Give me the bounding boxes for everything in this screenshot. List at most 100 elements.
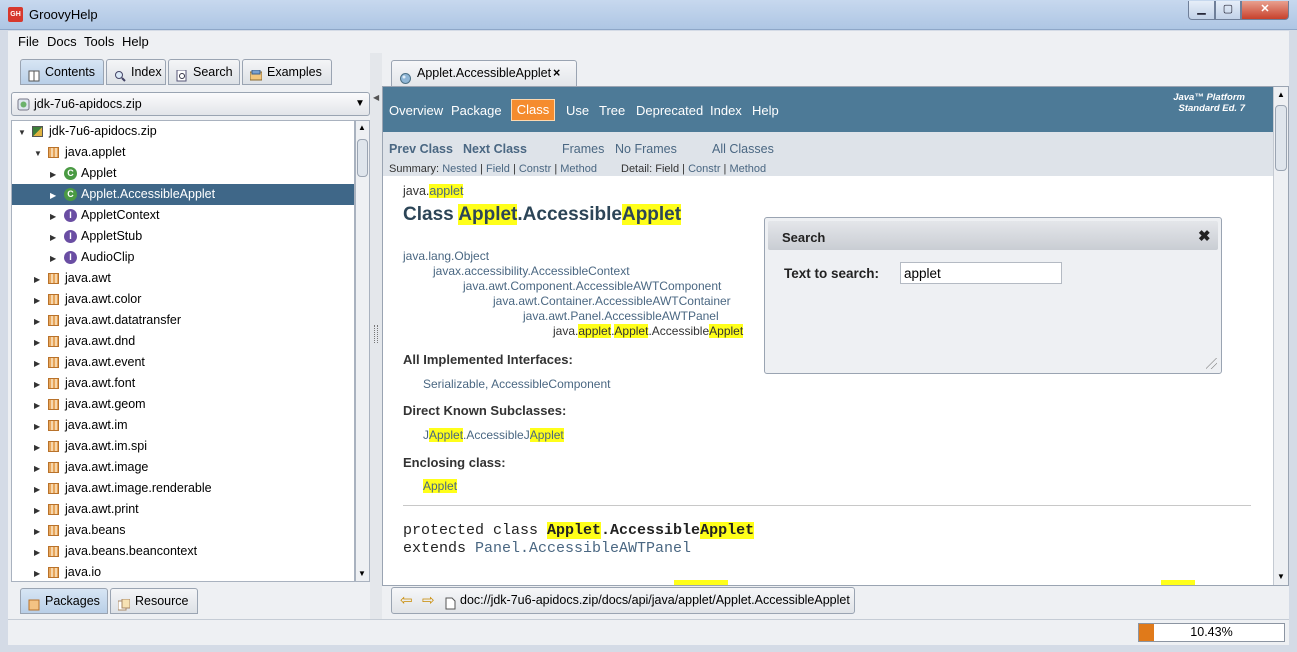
- expand-icon[interactable]: ▶: [34, 311, 40, 332]
- expand-icon[interactable]: ▶: [34, 353, 40, 374]
- nav-overview[interactable]: Overview: [389, 103, 443, 118]
- expand-icon[interactable]: ▶: [34, 290, 40, 311]
- tree-row[interactable]: ▶ java.io: [12, 562, 354, 581]
- tree-row[interactable]: ▶ java.awt.color: [12, 289, 354, 310]
- tree-row[interactable]: ▶ java.awt.dnd: [12, 331, 354, 352]
- tab-examples[interactable]: Examples: [242, 59, 332, 85]
- tree-row[interactable]: ▶ java.awt.datatransfer: [12, 310, 354, 331]
- expand-icon[interactable]: ▶: [34, 458, 40, 479]
- nav-package[interactable]: Package: [451, 103, 502, 118]
- collapse-icon[interactable]: ▼: [34, 143, 42, 164]
- frames-link[interactable]: Frames: [562, 142, 604, 156]
- hierarchy-awt-panel[interactable]: java.awt.Panel.AccessibleAWTPanel: [523, 309, 719, 323]
- tree-row[interactable]: ▼ jdk-7u6-apidocs.zip: [12, 121, 354, 142]
- summary-nested-link[interactable]: Nested: [442, 163, 477, 175]
- tree-row[interactable]: ▶ java.awt.geom: [12, 394, 354, 415]
- detail-method-link[interactable]: Method: [729, 163, 766, 175]
- tree-row[interactable]: ▼ java.applet: [12, 142, 354, 163]
- close-window-button[interactable]: ✕: [1241, 1, 1289, 20]
- expand-icon[interactable]: ▶: [34, 521, 40, 542]
- tab-search[interactable]: Search: [168, 59, 240, 85]
- scroll-up-icon[interactable]: ▲: [1277, 90, 1285, 99]
- scroll-down-icon[interactable]: ▼: [1277, 572, 1285, 581]
- expand-icon[interactable]: ▶: [34, 563, 40, 581]
- maximize-button[interactable]: ▢: [1215, 1, 1241, 20]
- tree-row[interactable]: ▶ java.awt.print: [12, 499, 354, 520]
- menu-tools[interactable]: Tools: [84, 34, 114, 49]
- hierarchy-awt-component[interactable]: java.awt.Component.AccessibleAWTComponen…: [463, 279, 721, 293]
- doc-set-combobox[interactable]: jdk-7u6-apidocs.zip ▼: [11, 92, 370, 116]
- tree-row[interactable]: ▶ java.awt: [12, 268, 354, 289]
- forward-arrow-icon[interactable]: ⇨: [422, 588, 435, 613]
- pkg-highlight[interactable]: applet: [429, 184, 464, 198]
- tab-resource[interactable]: Resource: [110, 588, 198, 614]
- summary-field-link[interactable]: Field: [486, 163, 510, 175]
- scrollbar-thumb[interactable]: [1275, 105, 1287, 171]
- summary-method-link[interactable]: Method: [560, 163, 597, 175]
- collapse-left-icon[interactable]: ◀: [373, 93, 379, 102]
- hierarchy-awt-container[interactable]: java.awt.Container.AccessibleAWTContaine…: [493, 294, 731, 308]
- scrollbar-thumb[interactable]: [357, 139, 368, 177]
- expand-icon[interactable]: ▶: [34, 332, 40, 353]
- tree-row[interactable]: ▶ java.awt.im.spi: [12, 436, 354, 457]
- nav-deprecated[interactable]: Deprecated: [636, 103, 703, 118]
- scroll-down-icon[interactable]: ▼: [358, 569, 366, 578]
- next-class-link[interactable]: Next Class: [463, 142, 527, 156]
- close-icon[interactable]: ✖: [1198, 227, 1211, 245]
- nav-index[interactable]: Index: [710, 103, 742, 118]
- expand-icon[interactable]: ▶: [34, 269, 40, 290]
- tab-contents[interactable]: Contents: [20, 59, 104, 85]
- expand-icon[interactable]: ▶: [50, 185, 56, 206]
- tree-row[interactable]: ▶ I AppletStub: [12, 226, 354, 247]
- tree-row[interactable]: ▶ I AudioClip: [12, 247, 354, 268]
- expand-icon[interactable]: ▶: [50, 164, 56, 185]
- document-scrollbar[interactable]: ▲ ▼: [1273, 87, 1288, 585]
- minimize-button[interactable]: ▁: [1188, 1, 1215, 20]
- address-url[interactable]: doc://jdk-7u6-apidocs.zip/docs/api/java/…: [460, 588, 850, 613]
- chevron-down-icon[interactable]: ▼: [355, 98, 365, 109]
- menu-docs[interactable]: Docs: [47, 34, 77, 49]
- serializable-link[interactable]: Serializable: [423, 377, 485, 391]
- expand-icon[interactable]: ▶: [34, 542, 40, 563]
- hierarchy-accessible-context[interactable]: javax.accessibility.AccessibleContext: [433, 264, 630, 278]
- nav-tree[interactable]: Tree: [599, 103, 625, 118]
- no-frames-link[interactable]: No Frames: [615, 142, 677, 156]
- extends-link[interactable]: Panel.AccessibleAWTPanel: [475, 540, 691, 557]
- close-tab-icon[interactable]: ×: [553, 61, 560, 86]
- expand-icon[interactable]: ▶: [34, 437, 40, 458]
- tab-document[interactable]: Applet.AccessibleApplet ×: [391, 60, 577, 87]
- expand-icon[interactable]: ▶: [50, 227, 56, 248]
- menu-help[interactable]: Help: [122, 34, 149, 49]
- tree-row[interactable]: ▶ java.awt.im: [12, 415, 354, 436]
- tree-row[interactable]: ▶ java.awt.event: [12, 352, 354, 373]
- summary-constr-link[interactable]: Constr: [519, 163, 551, 175]
- splitter-grip[interactable]: [374, 325, 378, 343]
- tab-packages[interactable]: Packages: [20, 588, 108, 614]
- expand-icon[interactable]: ▶: [50, 248, 56, 269]
- tree-row[interactable]: ▶ java.beans: [12, 520, 354, 541]
- tree-row[interactable]: ▶ java.awt.image.renderable: [12, 478, 354, 499]
- prev-class-link[interactable]: Prev Class: [389, 142, 453, 156]
- back-arrow-icon[interactable]: ⇦: [400, 588, 413, 613]
- tree-row[interactable]: ▶ java.awt.font: [12, 373, 354, 394]
- subclass-link[interactable]: JApplet.AccessibleJApplet: [423, 428, 564, 442]
- all-classes-link[interactable]: All Classes: [712, 142, 774, 156]
- tree-row[interactable]: ▶ java.awt.image: [12, 457, 354, 478]
- tree-scrollbar[interactable]: ▲ ▼: [355, 120, 370, 582]
- detail-constr-link[interactable]: Constr: [688, 163, 720, 175]
- expand-icon[interactable]: ▶: [34, 374, 40, 395]
- nav-class[interactable]: Class: [511, 99, 555, 121]
- tree-row[interactable]: ▶ C Applet.AccessibleApplet: [12, 184, 354, 205]
- tab-index[interactable]: Index: [106, 59, 166, 85]
- expand-icon[interactable]: ▶: [34, 395, 40, 416]
- expand-icon[interactable]: ▶: [34, 479, 40, 500]
- search-input[interactable]: [900, 262, 1062, 284]
- expand-icon[interactable]: ▶: [34, 500, 40, 521]
- scroll-up-icon[interactable]: ▲: [358, 123, 366, 132]
- resize-grip-icon[interactable]: [1206, 358, 1217, 369]
- menu-file[interactable]: File: [18, 34, 39, 49]
- nav-help[interactable]: Help: [752, 103, 779, 118]
- collapse-icon[interactable]: ▼: [18, 122, 26, 143]
- expand-icon[interactable]: ▶: [34, 416, 40, 437]
- enclosing-link[interactable]: Applet: [423, 479, 458, 493]
